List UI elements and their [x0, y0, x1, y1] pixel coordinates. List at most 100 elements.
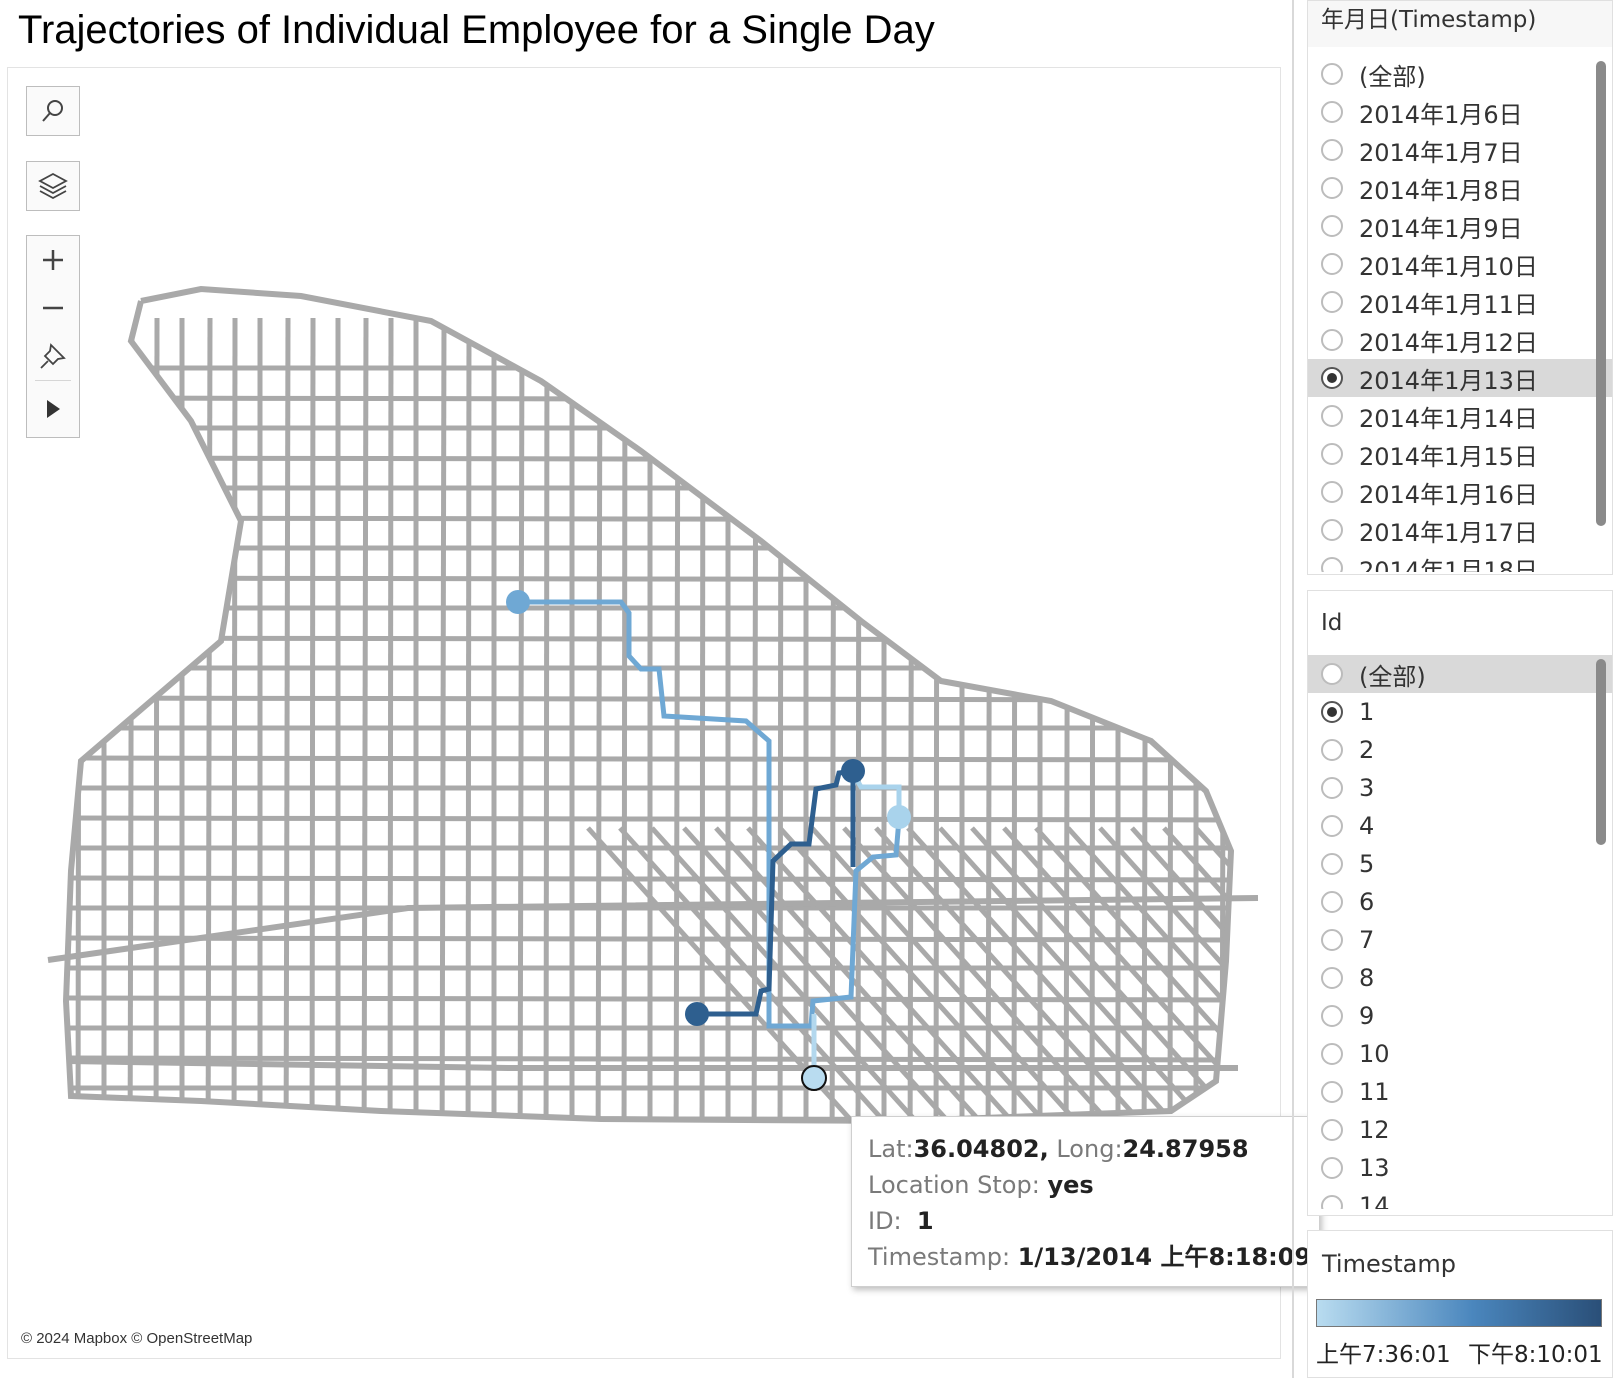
radio-button[interactable]: [1321, 405, 1343, 427]
radio-button[interactable]: [1321, 443, 1343, 465]
street-line: [75, 317, 82, 1121]
stop-marker: [506, 590, 530, 614]
street-line: [933, 317, 940, 1121]
id-option[interactable]: 11: [1308, 1073, 1612, 1111]
radio-button[interactable]: [1321, 1157, 1343, 1179]
layers-button[interactable]: [27, 162, 79, 210]
coord-separator: ,: [1039, 1135, 1049, 1163]
id-option[interactable]: 7: [1308, 921, 1612, 959]
search-control[interactable]: [26, 86, 80, 136]
zoom-out-icon: [43, 306, 63, 310]
date-option[interactable]: (全部): [1308, 55, 1612, 93]
radio-button[interactable]: [1321, 1081, 1343, 1103]
radio-button[interactable]: [1321, 367, 1343, 389]
id-option[interactable]: 2: [1308, 731, 1612, 769]
date-option-label: 2014年1月14日: [1359, 404, 1538, 433]
street-line: [231, 317, 238, 1121]
radio-button[interactable]: [1321, 663, 1343, 685]
radio-button[interactable]: [1321, 929, 1343, 951]
date-option-label: 2014年1月11日: [1359, 290, 1538, 319]
date-option[interactable]: 2014年1月10日: [1308, 245, 1612, 283]
date-option[interactable]: 2014年1月18日: [1308, 549, 1612, 572]
id-option-label: 4: [1359, 812, 1375, 840]
date-option-label: 2014年1月12日: [1359, 328, 1538, 357]
radio-button[interactable]: [1321, 1195, 1343, 1209]
radio-button[interactable]: [1321, 557, 1343, 572]
street-line: [517, 317, 525, 1121]
radio-button[interactable]: [1321, 777, 1343, 799]
id-option[interactable]: 6: [1308, 883, 1612, 921]
stop-marker: [841, 759, 865, 783]
date-option[interactable]: 2014年1月7日: [1308, 131, 1612, 169]
id-option[interactable]: (全部): [1308, 655, 1612, 693]
radio-button[interactable]: [1321, 253, 1343, 275]
radio-button[interactable]: [1321, 853, 1343, 875]
radio-button[interactable]: [1321, 967, 1343, 989]
date-option[interactable]: 2014年1月14日: [1308, 397, 1612, 435]
search-button[interactable]: [27, 87, 79, 135]
id-option[interactable]: 3: [1308, 769, 1612, 807]
date-option[interactable]: 2014年1月9日: [1308, 207, 1612, 245]
street-line: [66, 875, 1231, 883]
radio-button[interactable]: [1321, 215, 1343, 237]
date-filter-scrollbar[interactable]: [1596, 61, 1606, 526]
radio-button[interactable]: [1321, 815, 1343, 837]
street-line: [673, 317, 681, 1121]
id-option[interactable]: 12: [1308, 1111, 1612, 1149]
date-option[interactable]: 2014年1月12日: [1308, 321, 1612, 359]
zoom-in-button[interactable]: [27, 236, 79, 284]
radio-button[interactable]: [1321, 139, 1343, 161]
selected-stop-marker: [801, 1065, 827, 1091]
id-option[interactable]: 4: [1308, 807, 1612, 845]
pin-button[interactable]: [27, 332, 79, 380]
date-option-label: 2014年1月13日: [1359, 366, 1538, 395]
radio-button[interactable]: [1321, 701, 1343, 723]
zoom-out-button[interactable]: [27, 284, 79, 332]
date-option[interactable]: 2014年1月17日: [1308, 511, 1612, 549]
radio-button[interactable]: [1321, 1005, 1343, 1027]
date-option[interactable]: 2014年1月15日: [1308, 435, 1612, 473]
id-option[interactable]: 5: [1308, 845, 1612, 883]
street-line: [66, 935, 1231, 943]
id-option[interactable]: 1: [1308, 693, 1612, 731]
play-button[interactable]: [27, 381, 79, 437]
street-grid: [66, 317, 1231, 1121]
id-option[interactable]: 13: [1308, 1149, 1612, 1187]
radio-button[interactable]: [1321, 101, 1343, 123]
date-option[interactable]: 2014年1月8日: [1308, 169, 1612, 207]
date-option[interactable]: 2014年1月13日: [1308, 359, 1612, 397]
radio-button[interactable]: [1321, 739, 1343, 761]
radio-button[interactable]: [1321, 63, 1343, 85]
street-line: [66, 755, 1231, 763]
radio-button[interactable]: [1321, 519, 1343, 541]
id-option-label: 6: [1359, 888, 1375, 916]
legend-title: Timestamp: [1322, 1250, 1456, 1278]
date-option-label: 2014年1月17日: [1359, 518, 1538, 547]
radio-button[interactable]: [1321, 481, 1343, 503]
date-option[interactable]: 2014年1月11日: [1308, 283, 1612, 321]
radio-button[interactable]: [1321, 891, 1343, 913]
id-label: ID:: [868, 1207, 902, 1235]
id-option[interactable]: 8: [1308, 959, 1612, 997]
id-option[interactable]: 10: [1308, 1035, 1612, 1073]
date-option-label: 2014年1月16日: [1359, 480, 1538, 509]
id-filter-scrollbar[interactable]: [1596, 659, 1606, 845]
radio-button[interactable]: [1321, 177, 1343, 199]
street-line: [777, 317, 784, 1121]
street-line: [66, 995, 1231, 1003]
date-option[interactable]: 2014年1月6日: [1308, 93, 1612, 131]
radio-button[interactable]: [1321, 291, 1343, 313]
id-filter-card: Id (全部) 1 2 3 4 5 6 7 8 9 10 11 12 13 14: [1307, 590, 1613, 1216]
radio-button[interactable]: [1321, 329, 1343, 351]
street-line: [751, 317, 759, 1121]
id-filter-list[interactable]: (全部) 1 2 3 4 5 6 7 8 9 10 11 12 13 14: [1308, 655, 1612, 1209]
id-option[interactable]: 14: [1308, 1187, 1612, 1209]
street-line: [361, 317, 369, 1121]
radio-button[interactable]: [1321, 1043, 1343, 1065]
date-option[interactable]: 2014年1月16日: [1308, 473, 1612, 511]
id-option[interactable]: 9: [1308, 997, 1612, 1035]
layers-control[interactable]: [26, 161, 80, 211]
date-filter-list[interactable]: (全部) 2014年1月6日 2014年1月7日 2014年1月8日 2014年1月9日…: [1308, 55, 1612, 572]
radio-button[interactable]: [1321, 1119, 1343, 1141]
tooltip-timestamp-row: Timestamp: 1/13/2014 上午8:18:09: [868, 1239, 1319, 1275]
